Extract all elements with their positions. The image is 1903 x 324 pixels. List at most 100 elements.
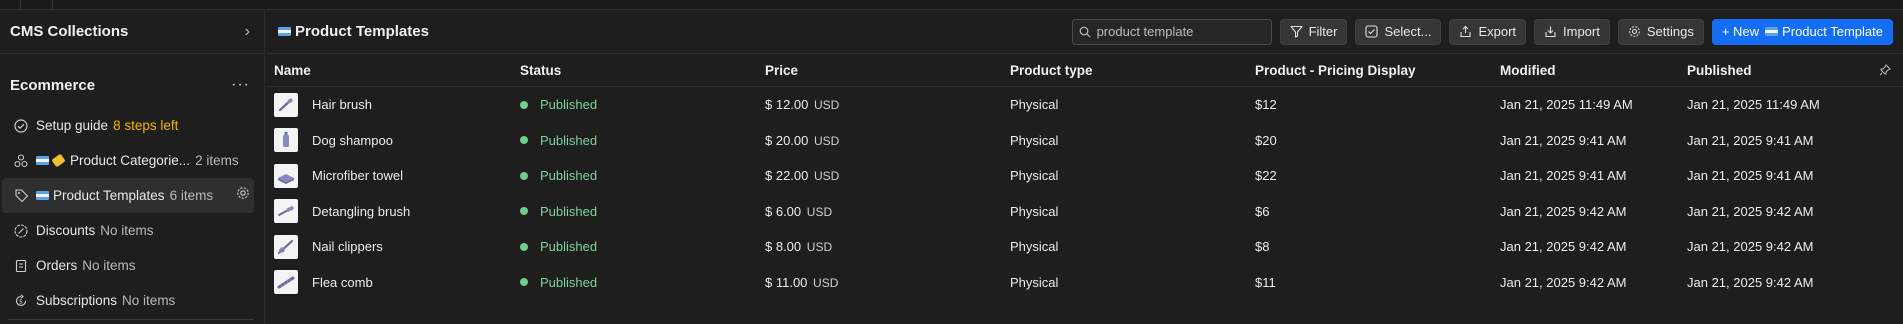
- search-input[interactable]: [1096, 24, 1247, 39]
- product-thumbnail: [274, 163, 298, 188]
- tag-icon: [12, 187, 30, 205]
- product-thumbnail: [274, 234, 298, 259]
- column-header-name[interactable]: Name: [266, 63, 510, 78]
- published-date: Jan 21, 2025 11:49 AM: [1687, 97, 1820, 113]
- sidebar-item-orders[interactable]: Orders No items: [2, 248, 254, 283]
- sidebar-item-discounts[interactable]: Discounts No items: [2, 213, 254, 248]
- pricing-display: $6: [1255, 203, 1270, 219]
- svg-text:$: $: [19, 298, 23, 305]
- price-value: $ 6.00: [765, 203, 802, 219]
- label-tag-emoji-icon: [51, 153, 66, 168]
- sidebar-item-product-templates[interactable]: Product Templates 6 items: [2, 178, 254, 213]
- search-icon: [1079, 26, 1091, 38]
- modified-date: Jan 21, 2025 11:49 AM: [1500, 97, 1633, 113]
- published-date: Jan 21, 2025 9:41 AM: [1687, 132, 1814, 148]
- top-strip: [0, 0, 1903, 10]
- product-name: Dog shampoo: [312, 132, 393, 148]
- sidebar-item-label: Discounts: [36, 223, 96, 238]
- status-dot: [520, 171, 528, 180]
- product-type: Physical: [1010, 203, 1059, 219]
- select-label: Select...: [1384, 24, 1432, 39]
- price-currency: USD: [814, 133, 840, 148]
- modified-date: Jan 21, 2025 9:41 AM: [1500, 168, 1627, 184]
- more-options-icon[interactable]: ···: [231, 76, 250, 94]
- product-name: Hair brush: [312, 97, 372, 113]
- price-currency: USD: [813, 275, 839, 290]
- flag-emoji-icon: [278, 27, 291, 36]
- page-title-text: Product Templates: [295, 23, 429, 40]
- table-body: Hair brush Published $ 12.00 USD Physica…: [266, 87, 1903, 300]
- sidebar-item-label: Product Categorie...: [70, 153, 191, 168]
- toolbar: Product Templates Filter Select...: [266, 10, 1903, 54]
- sidebar-item-setup-guide[interactable]: Setup guide 8 steps left: [2, 108, 254, 143]
- column-header-modified[interactable]: Modified: [1490, 63, 1677, 78]
- sidebar-item-product-categories[interactable]: Product Categorie... 2 items: [2, 143, 254, 178]
- sidebar-item-subscriptions[interactable]: $ Subscriptions No items: [2, 283, 254, 318]
- gear-icon[interactable]: [236, 186, 250, 203]
- new-label: + New: [1721, 24, 1760, 39]
- table-row[interactable]: Nail clippers Published $ 8.00 USD Physi…: [266, 229, 1903, 265]
- import-button[interactable]: Import: [1534, 18, 1610, 45]
- settings-label: Settings: [1646, 24, 1694, 39]
- table-header: Name Status Price Product type Product -…: [266, 54, 1903, 87]
- price-currency: USD: [814, 169, 840, 184]
- ecommerce-section-header: Ecommerce ···: [0, 62, 264, 108]
- status-badge: Published: [540, 132, 598, 148]
- table-row[interactable]: Flea comb Published $ 11.00 USD Physical…: [266, 265, 1903, 301]
- column-header-published[interactable]: Published: [1677, 63, 1877, 78]
- status-badge: Published: [540, 203, 598, 219]
- export-button[interactable]: Export: [1449, 18, 1527, 45]
- table-row[interactable]: Microfiber towel Published $ 22.00 USD P…: [266, 158, 1903, 194]
- modified-date: Jan 21, 2025 9:42 AM: [1500, 239, 1627, 255]
- top-strip-divider: [52, 0, 53, 10]
- search-box[interactable]: [1071, 18, 1272, 45]
- cms-collections-header[interactable]: CMS Collections ›: [0, 10, 264, 54]
- chevron-right-icon[interactable]: ›: [245, 23, 250, 41]
- flag-emoji-icon: [1765, 27, 1779, 36]
- filter-label: Filter: [1308, 24, 1338, 39]
- settings-button[interactable]: Settings: [1617, 18, 1704, 45]
- published-date: Jan 21, 2025 9:42 AM: [1687, 274, 1814, 290]
- pricing-display: $12: [1255, 97, 1277, 113]
- modified-date: Jan 21, 2025 9:42 AM: [1500, 203, 1627, 219]
- new-product-template-button[interactable]: + New Product Template: [1711, 18, 1893, 45]
- product-type: Physical: [1010, 132, 1059, 148]
- categories-icon: [12, 152, 30, 170]
- price-value: $ 11.00: [765, 274, 808, 290]
- status-badge: Published: [540, 274, 598, 290]
- column-header-pricing-display[interactable]: Product - Pricing Display: [1245, 63, 1490, 78]
- column-header-product-type[interactable]: Product type: [1000, 63, 1245, 78]
- product-type: Physical: [1010, 274, 1059, 290]
- published-date: Jan 21, 2025 9:41 AM: [1687, 168, 1814, 184]
- item-count: No items: [82, 258, 136, 273]
- table-row[interactable]: Detangling brush Published $ 6.00 USD Ph…: [266, 194, 1903, 230]
- product-type: Physical: [1010, 168, 1059, 184]
- table-row[interactable]: Hair brush Published $ 12.00 USD Physica…: [266, 87, 1903, 123]
- column-header-price[interactable]: Price: [755, 63, 1000, 78]
- flag-emoji-icon: [36, 191, 49, 200]
- product-type: Physical: [1010, 239, 1059, 255]
- product-name: Flea comb: [312, 274, 373, 290]
- product-name: Nail clippers: [312, 239, 383, 255]
- status-dot: [520, 242, 528, 251]
- product-name: Microfiber towel: [312, 168, 404, 184]
- table-row[interactable]: Dog shampoo Published $ 20.00 USD Physic…: [266, 123, 1903, 159]
- status-badge: Published: [540, 97, 598, 113]
- subscription-icon: $: [12, 292, 30, 310]
- pin-icon[interactable]: [1879, 64, 1891, 79]
- modified-date: Jan 21, 2025 9:42 AM: [1500, 274, 1627, 290]
- pricing-display: $8: [1255, 239, 1270, 255]
- column-header-status[interactable]: Status: [510, 63, 755, 78]
- main-panel: Product Templates Filter Select...: [266, 10, 1903, 324]
- select-button[interactable]: Select...: [1355, 18, 1442, 45]
- check-circle-icon: [12, 117, 30, 135]
- ecommerce-title: Ecommerce: [10, 76, 96, 94]
- pricing-display: $20: [1255, 132, 1277, 148]
- published-date: Jan 21, 2025 9:42 AM: [1687, 239, 1814, 255]
- sidebar-item-label: Product Templates: [53, 188, 165, 203]
- status-dot: [520, 136, 528, 145]
- filter-button[interactable]: Filter: [1279, 18, 1348, 45]
- price-value: $ 20.00: [765, 132, 809, 148]
- price-value: $ 12.00: [765, 97, 809, 113]
- new-suffix-label: Product Template: [1782, 24, 1883, 39]
